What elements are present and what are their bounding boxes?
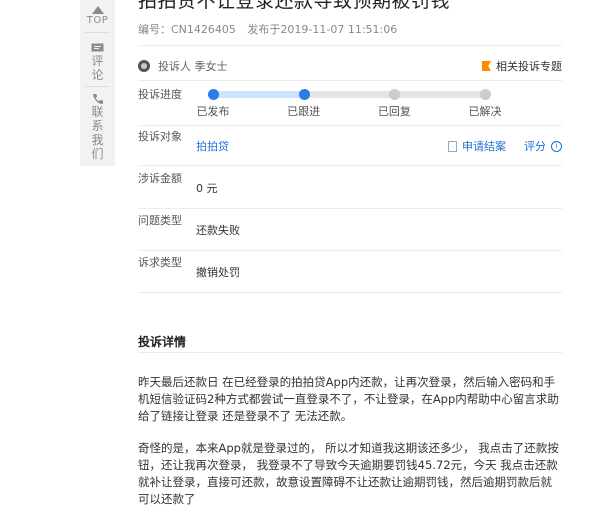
divider [138, 125, 562, 126]
comment-icon [91, 43, 104, 52]
comment-label: 评论 [91, 54, 104, 82]
demand-type-value: 撤销处罚 [196, 266, 240, 279]
document-icon [448, 140, 457, 152]
target-label: 投诉对象 [138, 130, 182, 143]
amount-label: 涉诉金额 [138, 172, 182, 185]
apply-close-button[interactable]: 申请结案 [462, 138, 506, 154]
divider [85, 86, 110, 87]
progress-track [208, 89, 491, 100]
page-title: 拍拍贷不让登录还款导致预期被罚钱 [138, 0, 451, 12]
related-topic-link[interactable]: 相关投诉专题 [482, 58, 562, 74]
divider [138, 45, 562, 46]
publish-time: 发布于2019-11-07 11:51:06 [247, 23, 398, 36]
divider [138, 250, 562, 251]
divider [138, 165, 562, 166]
progress-dot [298, 89, 310, 100]
comment-button[interactable]: 评论 [80, 37, 115, 82]
issue-type-value: 还款失败 [196, 224, 240, 237]
complaint-actions: 申请结案 评分 i [448, 138, 562, 154]
flag-icon [482, 61, 491, 71]
details-paragraph-2: 奇怪的是，本来App就是登录过的， 所以才知道我这期该还多少， 我点击了还款按钮… [138, 441, 559, 506]
avatar [138, 60, 150, 72]
info-icon[interactable]: i [551, 140, 562, 152]
progress-stage-label: 已回复 [377, 105, 411, 118]
progress-stage-label: 已解决 [468, 105, 502, 118]
complaint-id: 编号：CN1426405 [138, 23, 236, 36]
arrow-up-icon [91, 6, 104, 14]
details-paragraph-1: 昨天最后还款日 在已经登录的拍拍贷App内还款，让再次登录，然后输入密码和手机短… [138, 375, 559, 423]
rate-button[interactable]: 评分 [524, 138, 546, 154]
article-meta: 编号：CN1426405 发布于2019-11-07 11:51:06 [138, 21, 405, 37]
contact-label: 联系我们 [91, 105, 104, 161]
issue-type-label: 问题类型 [138, 214, 182, 227]
progress-dot [389, 89, 401, 100]
target-link[interactable]: 拍拍贷 [196, 138, 229, 154]
contact-us-button[interactable]: 联系我们 [80, 91, 115, 161]
complainant-name: 投诉人 季女士 [158, 60, 228, 73]
progress-dot [208, 89, 219, 100]
progress-label: 投诉进度 [138, 88, 182, 101]
back-to-top-button[interactable]: TOP [80, 0, 115, 28]
phone-icon [92, 94, 103, 104]
progress-dot [480, 89, 491, 100]
divider [138, 292, 562, 293]
progress-fill [208, 91, 310, 98]
details-title: 投诉详情 [138, 335, 187, 349]
divider [85, 32, 110, 33]
divider [138, 208, 562, 209]
divider [138, 80, 562, 81]
complainant-info: 投诉人 季女士 [138, 58, 228, 74]
amount-value: 0 元 [196, 182, 218, 195]
divider [138, 352, 562, 353]
top-label: TOP [86, 15, 109, 26]
progress-stage-label: 已发布 [196, 105, 230, 118]
progress-stage-label: 已跟进 [287, 105, 321, 118]
side-toolbar: TOP 评论 联系我们 [80, 0, 115, 166]
demand-type-label: 诉求类型 [138, 256, 182, 269]
related-topic-label: 相关投诉专题 [496, 60, 562, 73]
